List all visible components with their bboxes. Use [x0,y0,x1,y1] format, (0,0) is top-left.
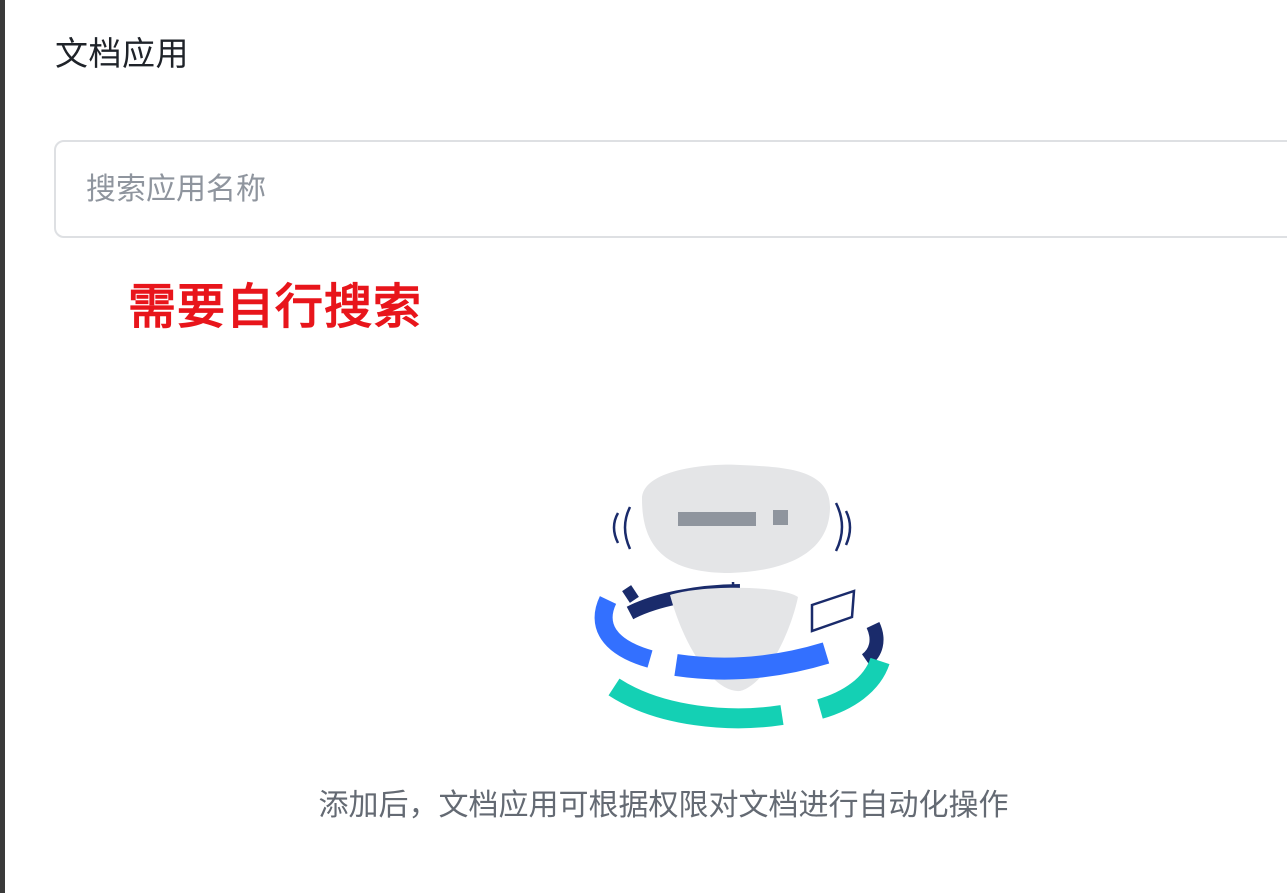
search-box[interactable] [54,140,1287,238]
robot-empty-icon [590,455,890,740]
annotation-label: 需要自行搜索 [128,279,423,335]
window-left-edge [0,0,5,893]
panel-title: 文档应用 [55,34,189,73]
empty-state-message: 添加后，文档应用可根据权限对文档进行自动化操作 [318,788,1009,823]
search-input[interactable] [86,142,1286,236]
